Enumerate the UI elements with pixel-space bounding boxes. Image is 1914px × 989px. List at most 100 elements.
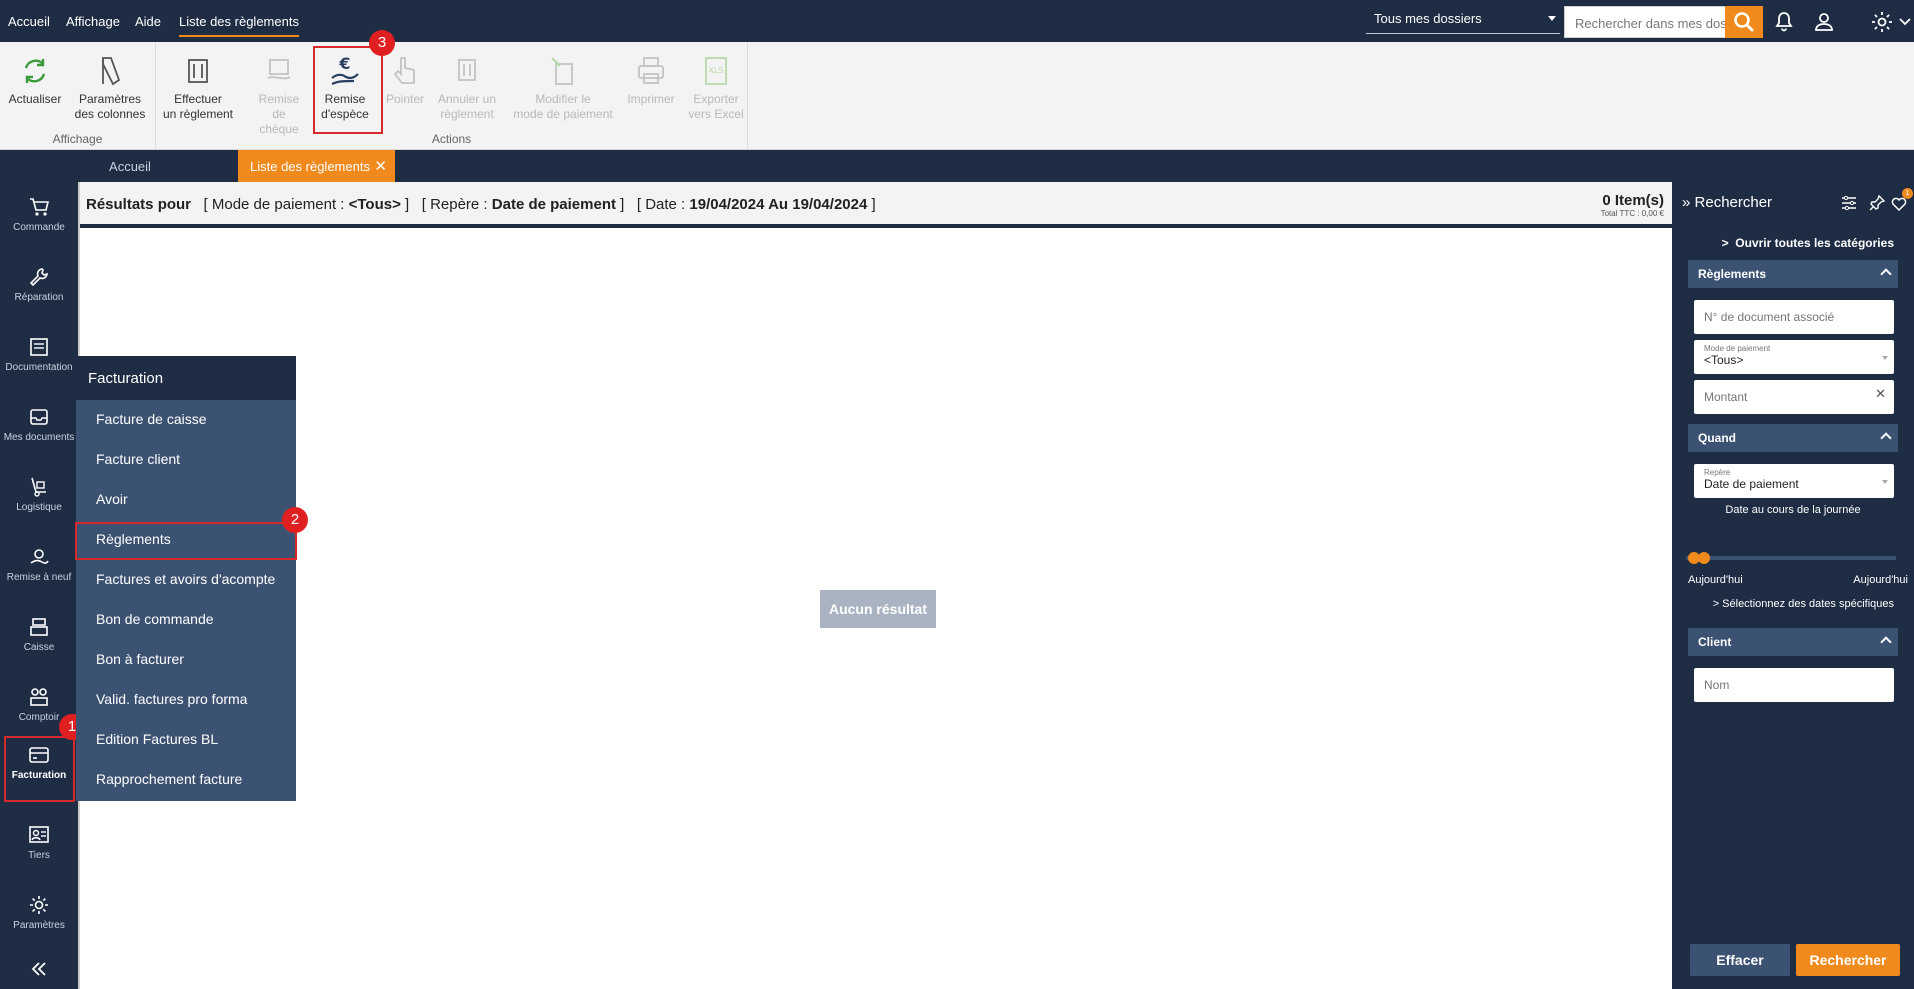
results-prefix: Résultats pour bbox=[86, 196, 192, 213]
open-all-categories-link[interactable]: > Ouvrir toutes les catégories bbox=[1722, 236, 1894, 250]
menu-item-factures-acompte[interactable]: Factures et avoirs d'acompte bbox=[76, 560, 296, 600]
repere-select[interactable]: Repère Date de paiement bbox=[1694, 464, 1894, 498]
filter-date-close: ] bbox=[871, 196, 876, 213]
specific-dates-link[interactable]: > Sélectionnez des dates spécifiques bbox=[1713, 598, 1894, 610]
cancel-payment-button[interactable]: Annuler un règlement bbox=[432, 54, 502, 122]
bell-icon[interactable] bbox=[1772, 10, 1796, 34]
results-panel: Résultats pour [ Mode de paiement : <Tou… bbox=[78, 182, 1674, 989]
filter-mode-close: ] bbox=[405, 196, 410, 213]
total-ttc: Total TTC : 0,00 € bbox=[1600, 209, 1664, 218]
document-number-input[interactable]: N° de document associé bbox=[1694, 300, 1894, 334]
menu-item-facture-client[interactable]: Facture client bbox=[76, 440, 296, 480]
ribbon-group-label: Affichage bbox=[52, 132, 103, 146]
payment-mode-select[interactable]: Mode de paiement <Tous> bbox=[1694, 340, 1894, 374]
sidebar-item-remise-a-neuf[interactable]: Remise à neuf bbox=[0, 538, 78, 604]
menu-item-rapprochement[interactable]: Rapprochement facture bbox=[76, 760, 296, 800]
user-icon[interactable] bbox=[1812, 10, 1836, 34]
menu-affichage[interactable]: Affichage bbox=[66, 14, 120, 29]
sidebar-item-reparation[interactable]: Réparation bbox=[0, 258, 78, 324]
payment-icon bbox=[188, 59, 208, 83]
global-search-button[interactable] bbox=[1725, 6, 1763, 38]
clear-button[interactable]: Effacer bbox=[1690, 944, 1790, 976]
sidebar-label: Tiers bbox=[28, 850, 50, 861]
menu-liste-reglements[interactable]: Liste des règlements bbox=[179, 14, 299, 37]
document-tabs: Accueil Liste des règlements ✕ bbox=[0, 150, 1914, 182]
ribbon-toolbar: Actualiser Paramètres des colonnes Affic… bbox=[0, 30, 1914, 150]
highlight-cash-deposit bbox=[313, 46, 383, 134]
menu-item-bon-facturer[interactable]: Bon à facturer bbox=[76, 640, 296, 680]
sidebar-item-documentation[interactable]: Documentation bbox=[0, 328, 78, 394]
cheque-deposit-button[interactable]: Remise de chèque bbox=[252, 54, 306, 137]
flyout-title: Facturation bbox=[76, 356, 296, 400]
excel-icon: XLS bbox=[705, 57, 727, 85]
menu-item-edition-bl[interactable]: Edition Factures BL bbox=[76, 720, 296, 760]
refresh-button[interactable]: Actualiser bbox=[6, 54, 64, 107]
field-value: Date de paiement bbox=[1704, 477, 1799, 491]
search-button[interactable]: Rechercher bbox=[1796, 944, 1900, 976]
make-payment-button[interactable]: Effectuer un règlement bbox=[160, 54, 236, 122]
sidebar-item-parametres[interactable]: Paramètres bbox=[0, 886, 78, 952]
collapse-sidebar-button[interactable] bbox=[0, 952, 78, 988]
id-card-icon bbox=[29, 826, 49, 843]
menu-accueil[interactable]: Accueil bbox=[8, 14, 50, 29]
sidebar-item-commande[interactable]: Commande bbox=[0, 188, 78, 254]
section-reglements[interactable]: Règlements bbox=[1688, 260, 1898, 288]
chevron-down-icon[interactable] bbox=[1898, 10, 1912, 34]
chevron-down-icon bbox=[1548, 16, 1556, 21]
search-panel-header: » Rechercher 1 bbox=[1672, 182, 1914, 224]
column-settings-icon bbox=[102, 57, 121, 86]
sidebar-label: Documentation bbox=[5, 362, 73, 373]
clear-icon[interactable]: ✕ bbox=[1875, 386, 1886, 402]
cheque-deposit-label-1: Remise bbox=[258, 92, 300, 106]
pin-icon[interactable] bbox=[1868, 194, 1886, 212]
facturation-flyout-menu: Facturation Facture de caisse Facture cl… bbox=[76, 356, 296, 801]
filter-settings-icon[interactable] bbox=[1840, 194, 1858, 212]
menu-item-bon-commande[interactable]: Bon de commande bbox=[76, 600, 296, 640]
results-summary-bar: Résultats pour [ Mode de paiement : <Tou… bbox=[80, 182, 1674, 228]
tab-liste-reglements[interactable]: Liste des règlements ✕ bbox=[238, 150, 395, 182]
section-quand[interactable]: Quand bbox=[1688, 424, 1898, 452]
sidebar-item-logistique[interactable]: Logistique bbox=[0, 468, 78, 534]
sidebar-item-tiers[interactable]: Tiers bbox=[0, 816, 78, 882]
folder-select[interactable]: Tous mes dossiers bbox=[1366, 8, 1560, 34]
slider-left-label: Aujourd'hui bbox=[1688, 574, 1743, 586]
ribbon-group-actions: Effectuer un règlement Remise de chèque … bbox=[156, 42, 748, 150]
cheque-icon bbox=[267, 59, 291, 80]
column-settings-button[interactable]: Paramètres des colonnes bbox=[72, 54, 148, 122]
filter-repere-value: Date de paiement bbox=[491, 196, 616, 213]
menu-item-facture-caisse[interactable]: Facture de caisse bbox=[76, 400, 296, 440]
gear-icon[interactable] bbox=[1870, 10, 1894, 34]
amount-input[interactable]: Montant ✕ bbox=[1694, 380, 1894, 414]
menu-aide[interactable]: Aide bbox=[135, 14, 161, 29]
pointer-hand-icon bbox=[393, 57, 415, 84]
search-panel: » Rechercher 1 > Ouvrir toutes les catég… bbox=[1672, 182, 1914, 989]
sidebar-label: Paramètres bbox=[13, 920, 65, 931]
field-label: Repère bbox=[1704, 468, 1731, 477]
chevron-down-icon bbox=[1882, 356, 1888, 360]
amount-placeholder: Montant bbox=[1704, 390, 1748, 404]
client-name-input[interactable]: Nom bbox=[1694, 668, 1894, 702]
people-icon bbox=[30, 688, 48, 706]
double-chevron-right-icon[interactable]: » bbox=[1682, 194, 1690, 211]
global-search-input[interactable]: Rechercher dans mes dossiers bbox=[1564, 6, 1726, 38]
close-icon[interactable]: ✕ bbox=[374, 157, 387, 175]
menu-item-pro-forma[interactable]: Valid. factures pro forma bbox=[76, 680, 296, 720]
slider-handle-end[interactable] bbox=[1698, 552, 1710, 564]
make-payment-label-2: un règlement bbox=[162, 107, 234, 121]
search-panel-title: Rechercher bbox=[1694, 194, 1773, 211]
export-excel-button[interactable]: XLS Exporter vers Excel bbox=[686, 54, 746, 122]
sidebar-item-caisse[interactable]: Caisse bbox=[0, 608, 78, 674]
wrench-icon bbox=[29, 268, 48, 287]
edit-payment-mode-button[interactable]: Modifier le mode de paiement bbox=[508, 54, 618, 122]
menu-item-avoir[interactable]: Avoir bbox=[76, 480, 296, 520]
tab-accueil[interactable]: Accueil bbox=[80, 150, 180, 182]
sidebar-item-mes-documents[interactable]: Mes documents bbox=[0, 398, 78, 464]
date-range-slider-track bbox=[1686, 556, 1896, 560]
open-all-label: Ouvrir toutes les catégories bbox=[1735, 236, 1894, 250]
section-client[interactable]: Client bbox=[1688, 628, 1898, 656]
highlight-reglements bbox=[75, 522, 297, 560]
point-button[interactable]: Pointer bbox=[380, 54, 430, 107]
search-icon bbox=[1734, 12, 1754, 32]
sidebar-label: Commande bbox=[13, 222, 65, 233]
print-button[interactable]: Imprimer bbox=[620, 54, 682, 107]
